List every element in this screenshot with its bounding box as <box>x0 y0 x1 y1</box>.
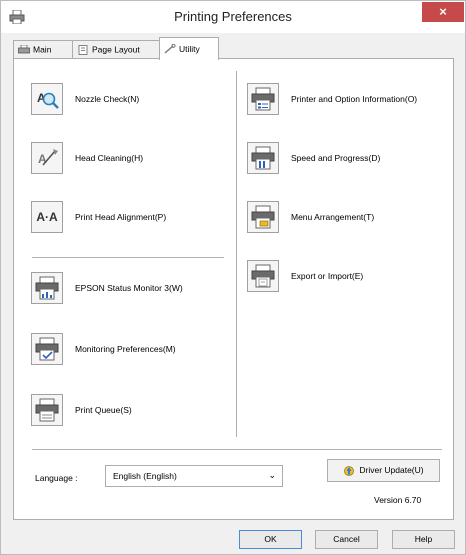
utility-panel: A Nozzle Check(N) A Head Cleaning(H) A·A <box>13 58 454 520</box>
speed-progress-button[interactable] <box>247 142 279 174</box>
menu-arrangement-tool[interactable]: Menu Arrangement(T) <box>247 200 374 234</box>
tab-page-layout[interactable]: Page Layout <box>72 40 160 59</box>
status-monitor-icon <box>35 276 59 300</box>
status-monitor-tool[interactable]: EPSON Status Monitor 3(W) <box>31 271 183 305</box>
language-label: Language : <box>35 473 78 483</box>
monitoring-preferences-button[interactable] <box>31 333 63 365</box>
ok-button[interactable]: OK <box>239 530 302 549</box>
help-button[interactable]: Help <box>392 530 455 549</box>
driver-update-icon <box>344 465 355 476</box>
cancel-button[interactable]: Cancel <box>315 530 378 549</box>
nozzle-check-label: Nozzle Check(N) <box>75 94 140 104</box>
tab-utility[interactable]: Utility <box>159 37 219 60</box>
speed-progress-icon <box>251 146 275 170</box>
vertical-divider <box>236 71 237 437</box>
monitoring-preferences-icon <box>35 337 59 361</box>
nozzle-check-button[interactable]: A <box>31 83 63 115</box>
left-divider <box>32 257 224 258</box>
printer-info-button[interactable] <box>247 83 279 115</box>
language-select[interactable]: English (English) ⌄ <box>105 465 283 487</box>
page-layout-icon <box>78 44 88 55</box>
monitoring-preferences-tool[interactable]: Monitoring Preferences(M) <box>31 332 176 366</box>
export-import-button[interactable] <box>247 260 279 292</box>
printer-info-tool[interactable]: Printer and Option Information(O) <box>247 82 417 116</box>
menu-arrangement-icon <box>251 205 275 229</box>
monitoring-preferences-label: Monitoring Preferences(M) <box>75 344 176 354</box>
chevron-down-icon: ⌄ <box>268 470 276 480</box>
nozzle-check-icon: A <box>37 91 59 109</box>
nozzle-check-tool[interactable]: A Nozzle Check(N) <box>31 82 139 116</box>
head-cleaning-icon: A <box>38 149 58 166</box>
tab-utility-label: Utility <box>179 43 200 54</box>
tab-page-layout-label: Page Layout <box>92 44 140 55</box>
print-queue-button[interactable] <box>31 394 63 426</box>
version-text: Version 6.70 <box>374 495 422 505</box>
print-queue-label: Print Queue(S) <box>75 405 132 415</box>
menu-arrangement-button[interactable] <box>247 201 279 233</box>
language-value: English (English) <box>113 471 177 481</box>
export-import-tool[interactable]: Export or Import(E) <box>247 259 363 293</box>
close-button[interactable]: × <box>422 2 464 22</box>
head-alignment-tool[interactable]: A·A Print Head Alignment(P) <box>31 200 166 234</box>
driver-update-label: Driver Update(U) <box>359 465 424 475</box>
head-cleaning-button[interactable]: A <box>31 142 63 174</box>
printer-info-icon <box>251 87 275 111</box>
menu-arrangement-label: Menu Arrangement(T) <box>291 212 375 222</box>
head-alignment-icon: A·A <box>36 210 58 224</box>
printer-icon <box>18 44 30 54</box>
window-title: Printing Preferences <box>174 9 292 24</box>
export-import-icon <box>251 264 275 288</box>
printing-preferences-window: Printing Preferences × Main Page Layout … <box>0 0 466 555</box>
title-bar: Printing Preferences × <box>1 1 465 33</box>
print-queue-icon <box>35 398 59 422</box>
bottom-divider <box>32 449 442 450</box>
driver-update-button[interactable]: Driver Update(U) <box>327 459 440 482</box>
print-queue-tool[interactable]: Print Queue(S) <box>31 393 132 427</box>
head-cleaning-tool[interactable]: A Head Cleaning(H) <box>31 141 143 175</box>
speed-progress-tool[interactable]: Speed and Progress(D) <box>247 141 380 175</box>
head-cleaning-label: Head Cleaning(H) <box>75 153 144 163</box>
speed-progress-label: Speed and Progress(D) <box>291 153 381 163</box>
status-monitor-button[interactable] <box>31 272 63 304</box>
status-monitor-label: EPSON Status Monitor 3(W) <box>75 283 183 293</box>
head-alignment-label: Print Head Alignment(P) <box>75 212 167 222</box>
tab-main[interactable]: Main <box>13 40 73 59</box>
tab-main-label: Main <box>33 44 52 55</box>
export-import-label: Export or Import(E) <box>291 271 364 281</box>
svg-text:A: A <box>38 152 47 166</box>
printer-info-label: Printer and Option Information(O) <box>291 94 418 104</box>
wrench-icon <box>164 43 176 54</box>
head-alignment-button[interactable]: A·A <box>31 201 63 233</box>
